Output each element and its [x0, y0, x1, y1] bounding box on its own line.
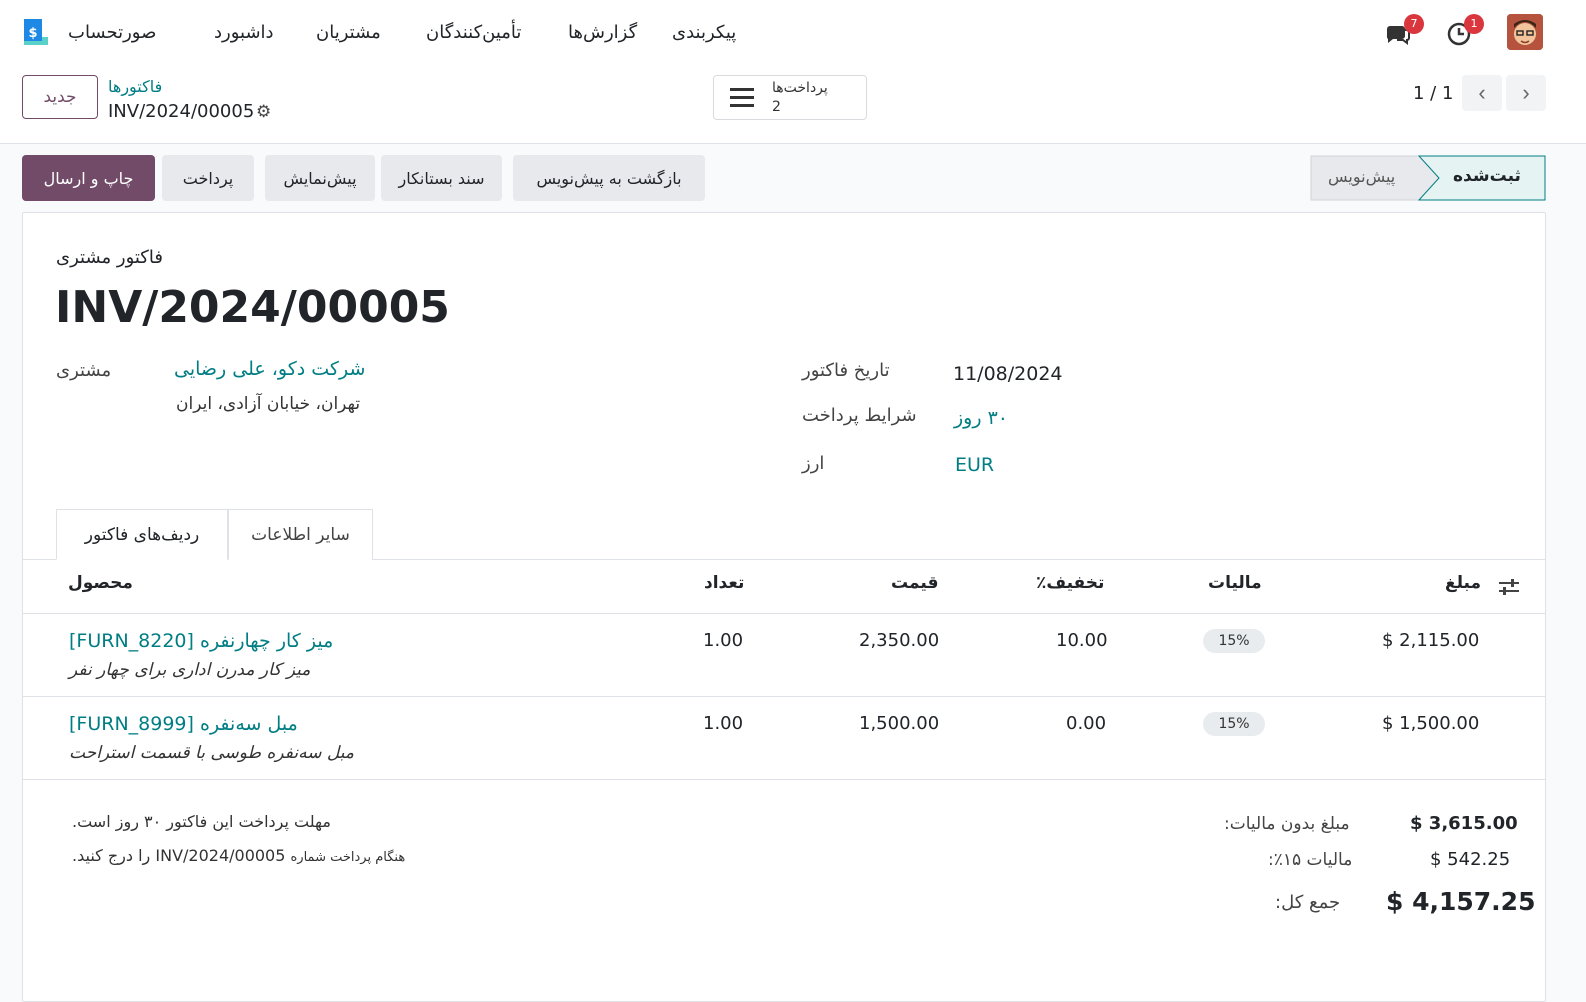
note-reference: INV/2024/00005: [155, 846, 286, 865]
print-send-button[interactable]: چاپ و ارسال: [22, 155, 155, 201]
payments-label: پرداخت‌ها: [772, 80, 828, 96]
tax-amount-value: $ 542.25: [1430, 849, 1511, 870]
payments-count: 2: [772, 99, 781, 115]
menu-reporting[interactable]: گزارش‌ها: [568, 22, 637, 43]
preview-button[interactable]: پیش‌نمایش: [265, 155, 375, 201]
row-product[interactable]: میز کار چهارنفره [FURN_8220]: [69, 630, 333, 652]
row-discount[interactable]: 10.00: [1056, 630, 1108, 651]
register-payment-button[interactable]: پرداخت: [162, 155, 254, 201]
optional-columns-icon[interactable]: [1498, 577, 1520, 597]
new-button[interactable]: جدید: [22, 75, 98, 119]
row-quantity[interactable]: 1.00: [703, 713, 743, 734]
breadcrumb-current: INV/2024/00005: [108, 101, 255, 122]
column-price[interactable]: قیمت: [891, 573, 938, 593]
row-amount: $ 1,500.00: [1382, 713, 1480, 734]
note-prefix: هنگام پرداخت شماره: [290, 850, 406, 865]
note-suffix: را درج کنید.: [72, 846, 151, 865]
menu-configuration[interactable]: پیکربندی: [672, 22, 736, 43]
table-row[interactable]: [23, 614, 1545, 697]
pager-next-button[interactable]: ›: [1506, 75, 1546, 111]
credit-note-button[interactable]: سند بستانکار: [381, 155, 502, 201]
messages-badge: 7: [1404, 14, 1424, 34]
customer-link[interactable]: شرکت دکو، علی رضایی: [174, 358, 365, 380]
total-label: جمع کل:: [1275, 892, 1341, 913]
svg-text:$: $: [28, 26, 37, 41]
invoice-number: INV/2024/00005: [55, 282, 450, 333]
breadcrumb-invoices[interactable]: فاکتورها: [108, 77, 162, 96]
activities-badge: 1: [1464, 14, 1484, 34]
customer-address: تهران، خیابان آزادی، ایران: [176, 394, 361, 414]
table-row[interactable]: [23, 697, 1545, 780]
payment-terms-field[interactable]: ۳۰ روز: [954, 407, 1008, 429]
pager-value[interactable]: 1 / 1: [1413, 83, 1453, 104]
row-price[interactable]: 1,500.00: [859, 713, 939, 734]
status-posted[interactable]: ثبت‌شده: [1453, 166, 1521, 186]
invoicing-app-icon[interactable]: $: [20, 17, 50, 47]
app-name[interactable]: صورتحساب: [68, 22, 156, 43]
avatar-face-icon: [1507, 14, 1543, 50]
row-description: میز کار مدرن اداری برای چهار نفر: [69, 660, 311, 680]
column-amount[interactable]: مبلغ: [1445, 573, 1481, 593]
control-panel: جدید فاکتورها INV/2024/00005 ⚙ پرداخت‌ها…: [0, 68, 1586, 144]
currency-label: ارز: [802, 453, 825, 474]
payment-terms-label: شرایط پرداخت: [802, 405, 917, 426]
tax-amount-label: مالیات ۱۵٪:: [1268, 850, 1353, 870]
row-quantity[interactable]: 1.00: [703, 630, 743, 651]
row-discount[interactable]: 0.00: [1066, 713, 1106, 734]
currency-field[interactable]: EUR: [955, 454, 994, 476]
tab-other-info[interactable]: سایر اطلاعات: [228, 509, 373, 560]
invoice-date-field[interactable]: 11/08/2024: [953, 363, 1063, 385]
document-type-label: فاکتور مشتری: [56, 247, 163, 268]
pager-previous-button[interactable]: ‹: [1462, 75, 1502, 111]
untaxed-amount-value: $ 3,615.00: [1410, 813, 1518, 834]
column-discount[interactable]: تخفیف٪: [1036, 573, 1104, 593]
column-taxes[interactable]: مالیات: [1208, 573, 1262, 593]
terms-note-line2[interactable]: هنگام پرداخت شماره INV/2024/00005 را درج…: [72, 846, 405, 865]
menu-customers[interactable]: مشتریان: [316, 22, 381, 43]
row-description: مبل سه‌نفره طوسی با قسمت استراحت: [69, 743, 354, 763]
row-tax-badge[interactable]: 15%: [1203, 629, 1265, 653]
menu-vendors[interactable]: تأمین‌کنندگان: [426, 22, 521, 43]
chevron-right-icon: ›: [1522, 80, 1530, 105]
invoice-date-label: تاریخ فاکتور: [802, 360, 890, 381]
table-header: [23, 560, 1545, 614]
customer-label: مشتری: [56, 360, 112, 381]
status-draft[interactable]: پیش‌نویس: [1328, 167, 1395, 186]
untaxed-amount-label: مبلغ بدون مالیات:: [1224, 814, 1350, 834]
status-bar: پیش‌نویس ثبت‌شده: [1310, 155, 1546, 201]
menu-dashboard[interactable]: داشبورد: [214, 22, 274, 43]
column-quantity[interactable]: تعداد: [704, 573, 744, 593]
row-tax-badge[interactable]: 15%: [1203, 712, 1265, 736]
form-actionbar: چاپ و ارسال پرداخت پیش‌نمایش سند بستانکا…: [0, 144, 1586, 212]
row-product[interactable]: مبل سه‌نفره [FURN_8999]: [69, 713, 298, 735]
list-icon: [730, 88, 754, 107]
terms-note-line1[interactable]: مهلت پرداخت این فاکتور ۳۰ روز است.: [72, 812, 331, 831]
row-price[interactable]: 2,350.00: [859, 630, 939, 651]
top-navbar: $ صورتحساب داشبورد مشتریان تأمین‌کنندگان…: [0, 0, 1586, 68]
total-value: $ 4,157.25: [1386, 887, 1536, 916]
reset-to-draft-button[interactable]: بازگشت به پیش‌نویس: [513, 155, 705, 201]
row-amount: $ 2,115.00: [1382, 630, 1480, 651]
user-avatar[interactable]: [1507, 14, 1543, 50]
column-product[interactable]: محصول: [68, 573, 133, 593]
gear-icon[interactable]: ⚙: [256, 102, 271, 122]
chevron-left-icon: ‹: [1478, 80, 1486, 105]
tab-invoice-lines[interactable]: ردیف‌های فاکتور: [56, 509, 228, 560]
payments-smart-button[interactable]: پرداخت‌ها 2: [713, 75, 867, 120]
